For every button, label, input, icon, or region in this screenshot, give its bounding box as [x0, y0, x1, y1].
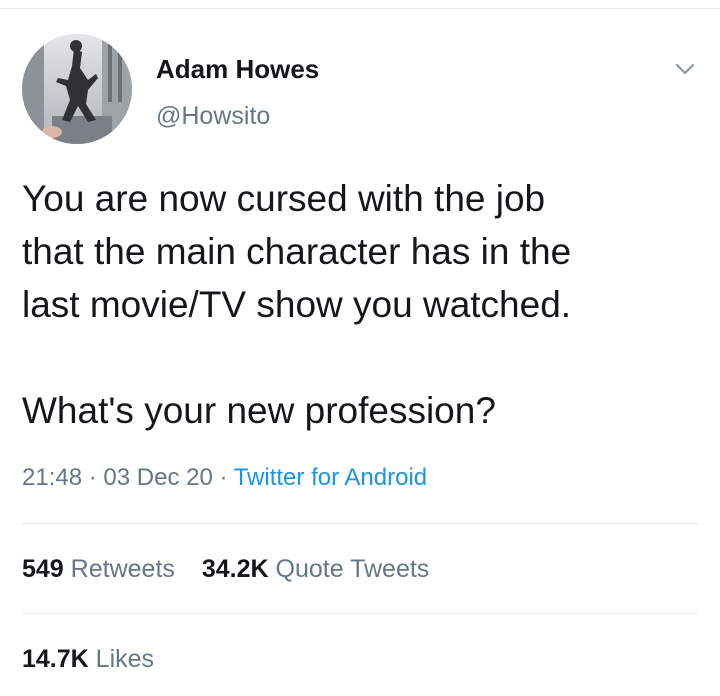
tweet-time: 21:48: [22, 464, 83, 491]
quote-tweets-count: 34.2K: [201, 555, 269, 583]
chevron-down-icon[interactable]: [672, 56, 698, 82]
tweet-meta: 21:48 · 03 Dec 20 · Twitter for Android: [22, 464, 427, 492]
author-handle[interactable]: @Howsito: [156, 102, 270, 131]
engagement-stats: 549 Retweets 34.2K Quote Tweets: [22, 555, 429, 584]
meta-separator: ·: [88, 464, 97, 491]
quote-tweets-stat[interactable]: 34.2K Quote Tweets: [202, 555, 429, 584]
tweet-source-link[interactable]: Twitter for Android: [234, 464, 427, 491]
likes-stat[interactable]: 14.7K Likes: [22, 645, 154, 674]
divider: [22, 523, 698, 524]
retweets-count: 549: [22, 555, 64, 583]
avatar[interactable]: [22, 34, 132, 144]
retweets-label: Retweets: [70, 555, 175, 583]
divider: [22, 613, 698, 614]
meta-separator: ·: [219, 464, 228, 491]
likes-count: 14.7K: [22, 645, 89, 673]
tweet-text: You are now cursed with the job that the…: [22, 172, 702, 437]
tweet-text-line: You are now cursed with the job that the…: [22, 178, 572, 325]
quote-tweets-label: Quote Tweets: [275, 555, 430, 583]
top-divider: [0, 8, 720, 9]
likes-row: 14.7K Likes: [22, 645, 154, 674]
retweets-stat[interactable]: 549 Retweets: [22, 555, 175, 584]
likes-label: Likes: [95, 645, 155, 673]
tweet-header: Adam Howes @Howsito: [22, 34, 698, 146]
tweet-text-line: What's your new profession?: [22, 390, 496, 431]
author-name[interactable]: Adam Howes: [156, 54, 319, 85]
tweet-date[interactable]: 03 Dec 20: [103, 464, 212, 491]
